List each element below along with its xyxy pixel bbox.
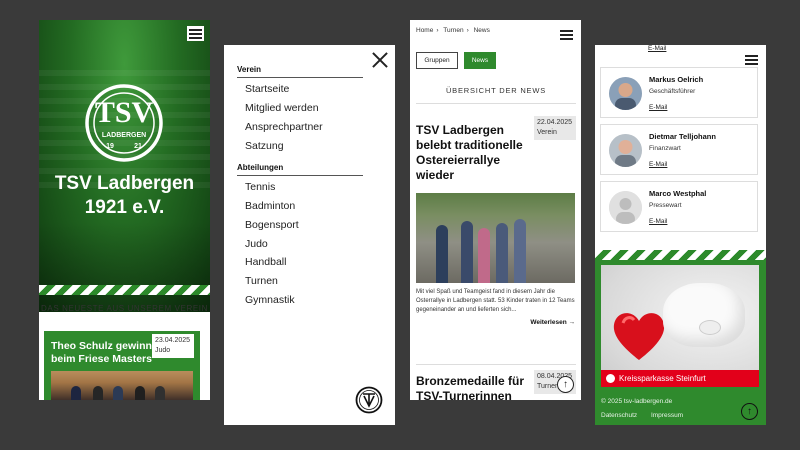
article-date: 22.04.2025 [537,119,573,126]
club-title-line1: TSV Ladbergen [54,173,195,194]
article-title-2[interactable]: Bronzemedaille für TSV-Turnerinnen [416,374,534,400]
contact-email-link[interactable]: E-Mail [649,104,667,111]
featured-news-card[interactable]: Theo Schulz gewinnt beim Friese Masters … [44,331,200,400]
menu-item-turnen[interactable]: Turnen [245,275,278,287]
contact-role: Geschäftsführer [649,88,696,95]
contact-email-link[interactable]: E-Mail [648,45,666,52]
piggy-bank-icon [663,283,745,347]
news-screen: Home › Turnen › News Gruppen News ÜBERSICH… [410,20,581,400]
filter-groups-button[interactable]: Gruppen [416,52,458,69]
club-title: TSV Ladbergen 1921 e.V. [39,172,210,220]
logo-text-ladbergen: LADBERGEN [102,132,146,139]
breadcrumb-home[interactable]: Home [416,27,433,34]
contact-role: Finanzwart [649,145,681,152]
close-icon[interactable] [372,52,388,68]
article-photo [416,193,575,283]
read-more-link[interactable]: Weiterlesen → [530,319,575,326]
menu-item-judo[interactable]: Judo [245,238,268,250]
arrow-right-icon: → [568,319,576,326]
contact-card: Dietmar Telljohann Finanzwart E-Mail [600,124,758,175]
hero-banner [39,20,210,312]
contact-name: Marco Westphal [649,189,707,198]
footer-links: Datenschutz Impressum [601,412,695,419]
contact-role: Pressewart [649,202,682,209]
news-overview-heading: ÜBERSICHT DER NEWS [416,86,576,104]
club-title-line2: 1921 e.V. [84,197,165,218]
sparkasse-logo-icon [606,374,615,383]
chevron-right-icon: › [466,27,469,34]
heart-icon [613,313,665,360]
piggy-snout [699,320,721,335]
featured-news-category: Judo [155,347,171,354]
filter-news-button[interactable]: News [464,52,496,69]
read-more-label: Weiterlesen [530,319,567,326]
breadcrumb-news: News [473,27,490,34]
copyright: © 2025 tsv-ladbergen.de [601,398,673,405]
footer-link-datenschutz[interactable]: Datenschutz [601,412,637,419]
breadcrumb: Home › Turnen › News [416,27,493,34]
footer-stripe [595,250,766,260]
article-meta: 22.04.2025 Verein [534,116,576,140]
contact-email-link[interactable]: E-Mail [649,218,667,225]
footer-link-impressum[interactable]: Impressum [651,412,683,419]
sponsor-banner[interactable]: Kreissparkasse Steinfurt [601,265,759,387]
article-divider [416,364,576,365]
menu-icon[interactable] [187,26,204,41]
menu-group-abteilungen: Abteilungen [237,163,363,176]
featured-news-headline[interactable]: Theo Schulz gewinnt beim Friese Masters [51,340,156,366]
site-footer: Kreissparkasse Steinfurt © 2025 tsv-ladb… [595,250,766,425]
menu-screen: Verein Startseite Mitglied werden Anspre… [224,45,395,425]
menu-item-handball[interactable]: Handball [245,256,286,268]
breadcrumb-turnen[interactable]: Turnen [443,27,463,34]
scroll-top-icon[interactable]: ↑ [557,376,574,393]
contact-name: Markus Oelrich [649,75,704,84]
chevron-right-icon: › [436,27,439,34]
logo-year-right: 21 [134,143,142,150]
featured-news-meta: 23.04.2025 Judo [152,334,194,358]
menu-item-tennis[interactable]: Tennis [245,181,275,193]
contact-card: Markus Oelrich Geschäftsführer E-Mail [600,67,758,118]
latest-news-heading: DAS NEUESTE AUS UNSEREM VEREIN [41,304,208,313]
menu-item-satzung[interactable]: Satzung [245,140,284,152]
featured-news-date: 23.04.2025 [155,337,191,344]
menu-item-gymnastik[interactable]: Gymnastik [245,294,295,306]
club-logo: TSV LADBERGEN 19 21 [85,84,163,162]
sponsor-name: Kreissparkasse Steinfurt [619,374,706,383]
contact-name: Dietmar Telljohann [649,132,716,141]
article-title[interactable]: TSV Ladbergen belebt traditionelle Oster… [416,123,534,183]
menu-item-startseite[interactable]: Startseite [245,83,289,95]
logo-year-left: 19 [106,143,114,150]
scroll-top-icon[interactable]: ↑ [741,403,758,420]
sponsor-bar: Kreissparkasse Steinfurt [601,370,759,387]
menu-group-verein: Verein [237,65,363,78]
contact-card: Marco Westphal Pressewart E-Mail [600,181,758,232]
home-screen: TSV LADBERGEN 19 21 TSV Ladbergen 1921 e… [39,20,210,400]
hero-stripe [39,285,210,295]
avatar [609,134,642,167]
menu-item-bogensport[interactable]: Bogensport [245,219,299,231]
menu-icon[interactable] [743,52,760,67]
menu-icon[interactable] [558,27,575,42]
contact-email-link[interactable]: E-Mail [649,161,667,168]
club-logo-small [355,386,383,414]
menu-item-ansprechpartner[interactable]: Ansprechpartner [245,121,323,133]
contacts-screen: E-Mail Markus Oelrich Geschäftsführer E-… [595,45,766,425]
article-category: Verein [537,129,557,136]
menu-item-badminton[interactable]: Badminton [245,200,295,212]
menu-item-mitglied-werden[interactable]: Mitglied werden [245,102,319,114]
logo-text-tsv: TSV [95,96,154,129]
avatar-placeholder-icon [609,191,642,224]
avatar [609,77,642,110]
article-excerpt: Mit viel Spaß und Teamgeist fand in dies… [416,289,575,313]
featured-news-photo [51,371,193,400]
